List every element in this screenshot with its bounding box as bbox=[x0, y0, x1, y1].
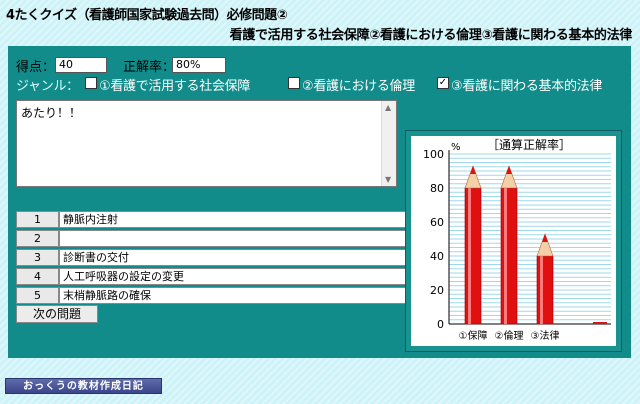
choice-button-3[interactable]: 3 bbox=[16, 249, 59, 266]
chart-bar-highlight bbox=[468, 188, 471, 324]
chart-y-tick-label: 60 bbox=[430, 216, 444, 229]
scroll-down-icon[interactable]: ▼ bbox=[385, 175, 391, 184]
choice-text-4: 人工呼吸器の設定の変更 bbox=[59, 268, 406, 285]
genre-label: ジャンル： bbox=[16, 79, 79, 94]
genre-checkbox-2[interactable] bbox=[288, 77, 300, 89]
genre-checkbox-3[interactable]: ✓ bbox=[437, 77, 449, 89]
subtitle: 看護で活用する社会保障②看護における倫理③看護に関わる基本的法律 bbox=[229, 28, 633, 43]
chart-bar bbox=[536, 255, 554, 325]
choice-text-5: 末梢静脈路の確保 bbox=[59, 287, 406, 304]
choice-row-1: 1 静脈内注射 bbox=[16, 211, 406, 228]
accuracy-chart: 0 20 40 60 80 100% ［通算正解率］ ①保障 ②倫理 ③法律 bbox=[411, 136, 616, 346]
app-title: 4たくクイズ（看護師国家試験過去問）必修問題② bbox=[6, 8, 288, 23]
answer-textarea[interactable]: あたり！！ ▲ ▼ bbox=[16, 100, 397, 187]
choice-text-1: 静脈内注射 bbox=[59, 211, 406, 228]
choice-row-4: 4 人工呼吸器の設定の変更 bbox=[16, 268, 406, 285]
choice-button-4[interactable]: 4 bbox=[16, 268, 59, 285]
genre-option-1-label: ①看護で活用する社会保障 bbox=[99, 79, 251, 94]
chart-y-tick-label: 80 bbox=[430, 182, 444, 195]
accuracy-chart-panel: 0 20 40 60 80 100% ［通算正解率］ ①保障 ②倫理 ③法律 bbox=[405, 130, 622, 352]
chart-title: ［通算正解率］ bbox=[487, 137, 571, 152]
chart-x-tick-label: ③法律 bbox=[531, 329, 560, 342]
chart-x-tick-label: ①保障 bbox=[459, 329, 488, 342]
chart-unit-label: % bbox=[451, 142, 461, 153]
accuracy-label: 正解率： bbox=[123, 60, 176, 75]
score-label: 得点： bbox=[16, 60, 56, 75]
chart-y-tick-label: 100 bbox=[423, 148, 444, 161]
chart-y-tick-label: 0 bbox=[437, 318, 444, 331]
chart-y-tick-label: 20 bbox=[430, 284, 444, 297]
choice-button-5[interactable]: 5 bbox=[16, 287, 59, 304]
quiz-panel: 得点： 40 正解率： 80% ジャンル： ①看護で活用する社会保障 ②看護にお… bbox=[8, 46, 631, 358]
choice-button-1[interactable]: 1 bbox=[16, 211, 59, 228]
footer-blog-banner[interactable]: おっくうの教材作成日記 bbox=[5, 378, 162, 394]
genre-option-3-label: ③看護に関わる基本的法律 bbox=[451, 79, 603, 94]
chart-bar-highlight bbox=[504, 188, 507, 324]
next-question-button[interactable]: 次の問題 bbox=[16, 305, 98, 323]
accuracy-field[interactable]: 80% bbox=[172, 57, 226, 73]
chart-x-tick-label: ②倫理 bbox=[495, 329, 524, 342]
choice-text-2 bbox=[59, 230, 406, 247]
genre-checkbox-1[interactable] bbox=[85, 77, 97, 89]
choice-row-5: 5 末梢静脈路の確保 bbox=[16, 287, 406, 304]
chart-bar bbox=[464, 187, 482, 325]
choice-text-3: 診断書の交付 bbox=[59, 249, 406, 266]
chart-bar-highlight bbox=[540, 256, 543, 324]
chart-y-tick-label: 40 bbox=[430, 250, 444, 263]
answer-scrollbar[interactable]: ▲ ▼ bbox=[381, 101, 396, 186]
choice-row-2: 2 bbox=[16, 230, 406, 247]
score-field[interactable]: 40 bbox=[55, 57, 107, 73]
scroll-up-icon[interactable]: ▲ bbox=[385, 103, 391, 112]
chart-bar bbox=[500, 187, 518, 325]
choice-button-2[interactable]: 2 bbox=[16, 230, 59, 247]
genre-option-2-label: ②看護における倫理 bbox=[302, 79, 415, 94]
answer-text: あたり！！ bbox=[21, 106, 82, 120]
choice-row-3: 3 診断書の交付 bbox=[16, 249, 406, 266]
